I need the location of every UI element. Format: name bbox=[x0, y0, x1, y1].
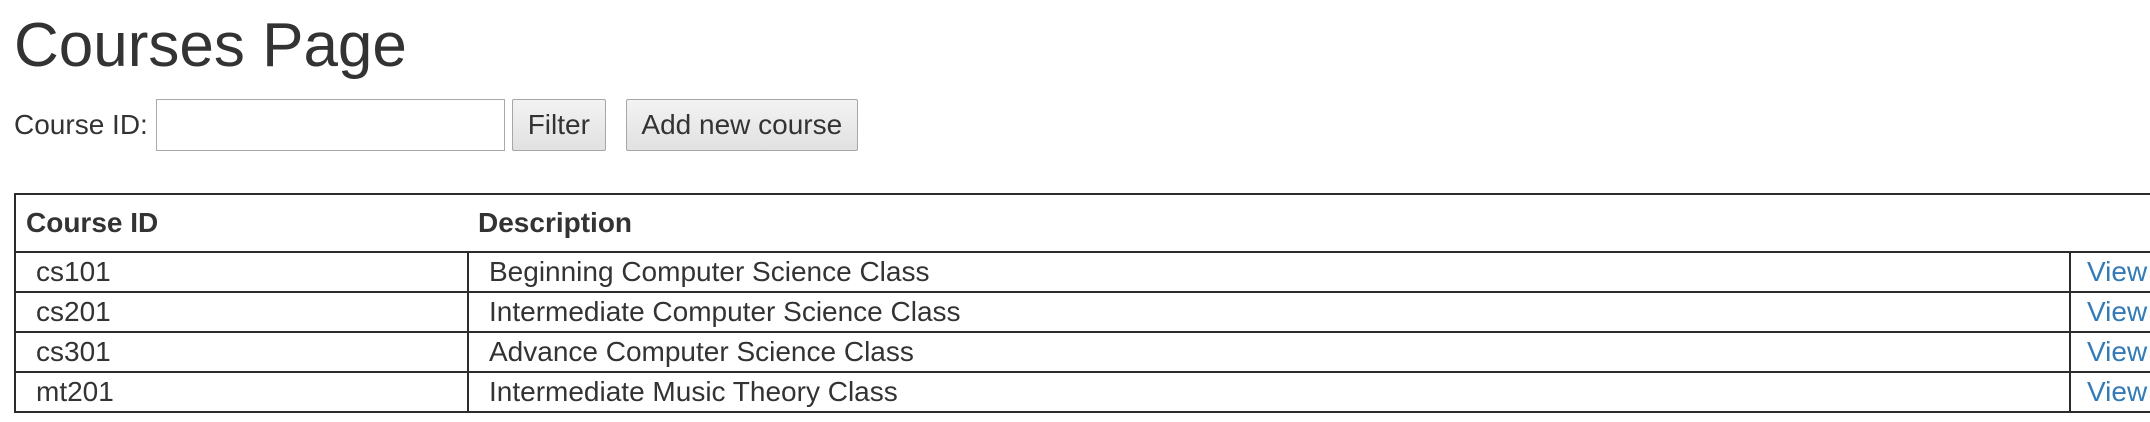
course-id-cell: mt201 bbox=[14, 371, 469, 413]
course-id-column-header: Course ID bbox=[14, 193, 468, 253]
action-column-header bbox=[2070, 193, 2150, 253]
courses-table: Course ID Description cs101 Beginning Co… bbox=[14, 193, 2150, 413]
page-title: Courses Page bbox=[14, 11, 407, 80]
action-cell: View bbox=[2069, 251, 2150, 293]
description-cell: Intermediate Music Theory Class bbox=[467, 371, 2071, 413]
action-cell: View bbox=[2069, 291, 2150, 333]
table-row: cs201 Intermediate Computer Science Clas… bbox=[14, 291, 2150, 333]
filter-button[interactable]: Filter bbox=[511, 99, 606, 151]
course-id-filter-input[interactable] bbox=[155, 99, 505, 151]
action-cell: View bbox=[2069, 331, 2150, 373]
course-id-label: Course ID: bbox=[14, 109, 148, 140]
view-link[interactable]: View bbox=[2087, 296, 2147, 327]
description-column-header: Description bbox=[468, 193, 2070, 253]
filter-bar: Course ID: Filter Add new course bbox=[14, 99, 858, 151]
add-new-course-button[interactable]: Add new course bbox=[625, 99, 858, 151]
table-row: cs101 Beginning Computer Science Class V… bbox=[14, 251, 2150, 293]
course-id-cell: cs201 bbox=[14, 291, 469, 333]
description-cell: Intermediate Computer Science Class bbox=[467, 291, 2071, 333]
view-link[interactable]: View bbox=[2087, 256, 2147, 287]
table-row: mt201 Intermediate Music Theory Class Vi… bbox=[14, 371, 2150, 413]
view-link[interactable]: View bbox=[2087, 376, 2147, 407]
table-header-row: Course ID Description bbox=[14, 193, 2150, 253]
table-row: cs301 Advance Computer Science Class Vie… bbox=[14, 331, 2150, 373]
course-id-cell: cs101 bbox=[14, 251, 469, 293]
view-link[interactable]: View bbox=[2087, 336, 2147, 367]
description-cell: Advance Computer Science Class bbox=[467, 331, 2071, 373]
course-id-cell: cs301 bbox=[14, 331, 469, 373]
description-cell: Beginning Computer Science Class bbox=[467, 251, 2071, 293]
action-cell: View bbox=[2069, 371, 2150, 413]
